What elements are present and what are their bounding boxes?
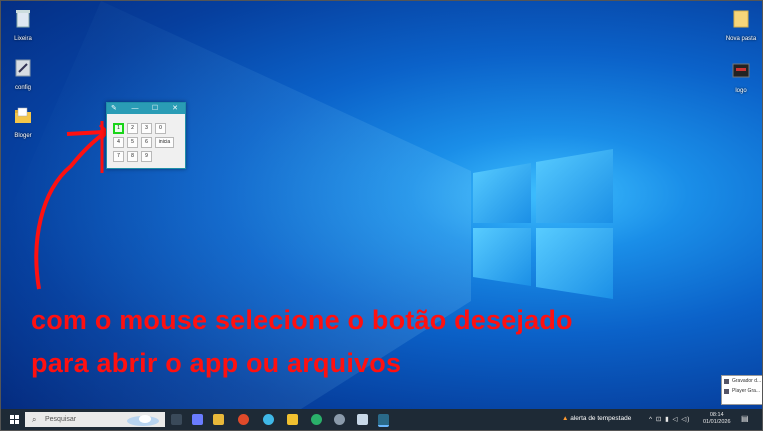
app-button-0[interactable]: 0 xyxy=(155,123,166,134)
app-button-5[interactable]: 5 xyxy=(127,137,138,148)
chrome-icon[interactable] xyxy=(238,414,249,425)
clock-date: 01/01/2026 xyxy=(703,419,731,425)
desktop: Lixeira config Bloger Nova pasta logo ✎ … xyxy=(0,0,763,431)
app-title-bar: ✎ — ☐ ✕ xyxy=(107,103,185,114)
clock[interactable]: 08:14 01/01/2026 xyxy=(703,412,731,426)
close-button[interactable]: ✕ xyxy=(165,103,185,114)
logo-pane-br xyxy=(536,228,613,299)
recycle-bin-icon xyxy=(16,10,30,28)
app-button-9[interactable]: 9 xyxy=(141,151,152,162)
desktop-icon-lixeira[interactable]: Lixeira xyxy=(1,9,45,42)
desktop-icon-label: Lixeira xyxy=(14,36,32,42)
notification-icon[interactable]: ▤ xyxy=(741,414,749,423)
task-view-icon[interactable] xyxy=(171,414,182,425)
desktop-icon-label: logo xyxy=(735,88,747,94)
app-button-1[interactable]: 1 xyxy=(113,123,124,134)
weather-text: alerta de tempestade xyxy=(570,415,632,422)
folder-icon xyxy=(733,10,749,28)
taskbar-search[interactable]: ⌕ Pesquisar xyxy=(25,412,165,427)
desktop-icon-config[interactable]: config xyxy=(1,58,45,91)
app-button-3[interactable]: 3 xyxy=(141,123,152,134)
app-button-7[interactable]: 7 xyxy=(113,151,124,162)
whatsapp-icon[interactable] xyxy=(311,414,322,425)
desktop-icon-label: Nova pasta xyxy=(725,36,757,42)
red-arrow-tail xyxy=(66,130,105,136)
taskbar: ⌕ Pesquisar ▲ alerta de tempestade ^ ⊡ ▮… xyxy=(1,409,762,430)
app-icon[interactable] xyxy=(334,414,345,425)
logo-pane-tr xyxy=(536,149,613,223)
minimize-button[interactable]: — xyxy=(125,103,145,114)
folder-icon xyxy=(15,107,31,123)
warning-icon: ▲ xyxy=(562,415,569,422)
launcher-app-window: ✎ — ☐ ✕ 1 2 3 0 4 5 6 inicia 7 8 9 xyxy=(106,102,186,169)
search-highlight-image xyxy=(127,415,159,426)
desktop-icon-logo[interactable]: logo xyxy=(719,61,762,94)
maximize-button[interactable]: ☐ xyxy=(145,103,165,114)
system-tray[interactable]: ^ ⊡ ▮ ◁ ◁) xyxy=(649,415,690,423)
app-button-6[interactable]: 6 xyxy=(141,137,152,148)
app-button-inicia[interactable]: inicia xyxy=(155,137,174,148)
sticky-notes-icon[interactable] xyxy=(287,414,298,425)
logo-pane-bl xyxy=(473,228,531,286)
image-icon xyxy=(732,63,750,78)
feather-app-icon[interactable] xyxy=(378,414,389,427)
weather-widget[interactable]: ▲ alerta de tempestade xyxy=(562,415,631,422)
logo-pane-tl xyxy=(473,163,531,223)
app-list-popup: Gravador d... Player Gra... xyxy=(721,375,762,405)
caption-line-1: com o mouse selecione o botão desejado xyxy=(31,305,573,335)
popup-item[interactable]: Player Gra... xyxy=(722,386,762,396)
desktop-icon-label: Bloger xyxy=(14,133,32,139)
caption-line-2: para abrir o app ou arquivos xyxy=(31,348,402,378)
media-icon[interactable] xyxy=(357,414,368,425)
desktop-icon-nova-pasta[interactable]: Nova pasta xyxy=(719,9,762,42)
app-button-4[interactable]: 4 xyxy=(113,137,124,148)
desktop-icon-bloger[interactable]: Bloger xyxy=(1,106,45,139)
search-icon: ⌕ xyxy=(32,415,37,424)
file-explorer-icon[interactable] xyxy=(213,414,224,425)
edge-icon[interactable] xyxy=(263,414,274,425)
desktop-icon-label: config xyxy=(14,85,31,91)
search-placeholder: Pesquisar xyxy=(45,416,77,423)
clock-time: 08:14 xyxy=(709,412,724,418)
popup-item[interactable]: Gravador d... xyxy=(722,376,762,386)
settings-shortcut-icon xyxy=(15,59,31,77)
app-button-8[interactable]: 8 xyxy=(127,151,138,162)
copilot-icon[interactable] xyxy=(192,414,203,425)
app-button-2[interactable]: 2 xyxy=(127,123,138,134)
windows-start-icon[interactable] xyxy=(10,415,19,424)
feather-icon: ✎ xyxy=(111,105,117,112)
